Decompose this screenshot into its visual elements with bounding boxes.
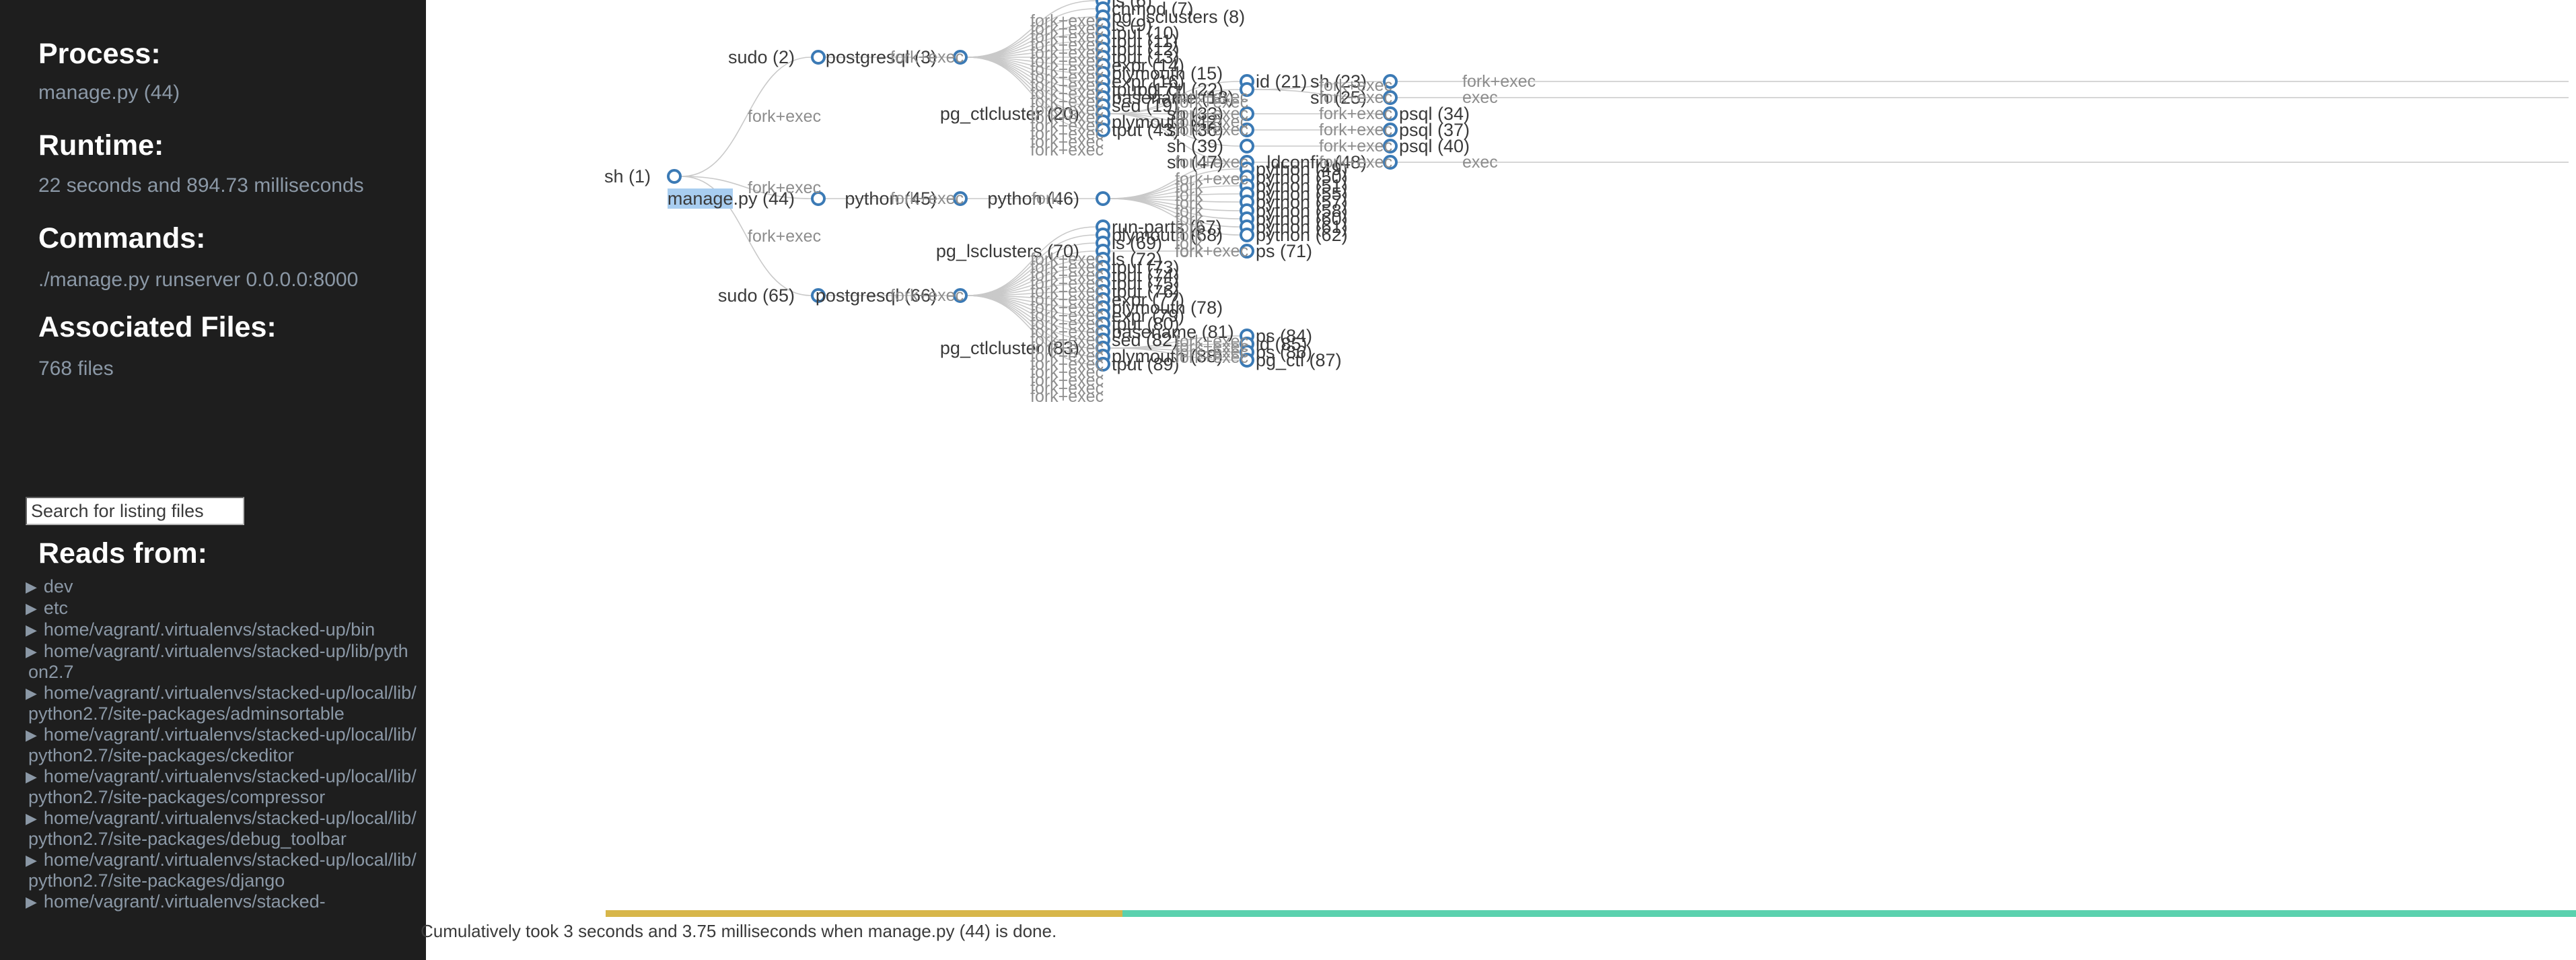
edge-label: fork+exec <box>1175 242 1249 261</box>
edge-label: fork+exec <box>1319 88 1393 107</box>
process-node-label: psql (34) <box>1399 104 1470 124</box>
reads-from-heading: Reads from: <box>38 537 207 570</box>
timeline-caption: Cumulatively took 3 seconds and 3.75 mil… <box>421 921 1057 941</box>
process-node-circle-icon[interactable] <box>811 50 826 65</box>
process-node-circle-icon[interactable] <box>1240 139 1254 153</box>
edge-label: fork+exec <box>1319 121 1393 139</box>
edge-label: fork+exec <box>1175 121 1249 139</box>
reads-from-item-label: home/vagrant/.virtualenvs/stacked-up/loc… <box>28 808 417 849</box>
reads-from-item-label: home/vagrant/.virtualenvs/stacked-up/loc… <box>28 850 417 891</box>
reads-from-item-label: home/vagrant/.virtualenvs/stacked-up/bin <box>43 619 375 640</box>
reads-from-item[interactable]: ▶ home/vagrant/.virtualenvs/stacked-up/lo… <box>26 850 417 891</box>
process-node-circle-icon[interactable] <box>1240 228 1254 242</box>
runtime-heading: Runtime: <box>38 129 164 162</box>
reads-from-item[interactable]: ▶ home/vagrant/.virtualenvs/stacked-up/li… <box>26 641 417 682</box>
process-node-circle-icon[interactable] <box>1096 191 1110 206</box>
expand-triangle-icon[interactable]: ▶ <box>26 767 37 787</box>
process-node-label: tput (89) <box>1112 354 1180 374</box>
edge-label: exec <box>1462 88 1498 107</box>
process-node-label: psql (40) <box>1399 136 1470 156</box>
edge-label: exec <box>1462 153 1498 172</box>
reads-from-item[interactable]: ▶ dev <box>26 576 417 597</box>
timeline-yellow-segment <box>606 910 1122 917</box>
edge-label: fork+exec <box>1462 72 1536 91</box>
reads-from-item[interactable]: ▶ etc <box>26 598 417 619</box>
reads-from-item[interactable]: ▶ home/vagrant/.virtualenvs/stacked- <box>26 891 417 912</box>
commands-heading: Commands: <box>38 222 206 254</box>
process-value: manage.py (44) <box>38 81 180 104</box>
selected-text: manage <box>667 188 734 209</box>
process-tree-app: Process: manage.py (44) Runtime: 22 seco… <box>0 0 2576 960</box>
reads-from-item[interactable]: ▶ home/vagrant/.virtualenvs/stacked-up/lo… <box>26 808 417 849</box>
edge-label: fork+exec <box>1319 137 1393 156</box>
reads-from-item-label: home/vagrant/.virtualenvs/stacked-up/loc… <box>28 683 417 724</box>
process-node-label: sudo (65) <box>717 285 795 306</box>
commands-value: ./manage.py runserver 0.0.0.0:8000 <box>38 269 359 291</box>
reads-from-item-label: dev <box>43 576 73 596</box>
edge-label: fork+exec <box>890 189 964 208</box>
process-node-label: psql (37) <box>1399 120 1470 140</box>
edge-label: fork+exec <box>890 48 964 67</box>
expand-triangle-icon[interactable]: ▶ <box>26 577 37 597</box>
process-node-label: sudo (2) <box>727 47 795 67</box>
edge-label: fork+exec <box>1030 387 1104 406</box>
reads-from-item[interactable]: ▶ home/vagrant/.virtualenvs/stacked-up/bi… <box>26 619 417 640</box>
expand-triangle-icon[interactable]: ▶ <box>26 598 37 619</box>
reads-from-item-label: home/vagrant/.virtualenvs/stacked-up/lib… <box>28 641 408 682</box>
edge-label: fork+exec <box>1319 153 1393 172</box>
process-node-label: ls (69) <box>1112 233 1163 253</box>
reads-from-item[interactable]: ▶ home/vagrant/.virtualenvs/stacked-up/lo… <box>26 766 417 807</box>
runtime-value: 22 seconds and 894.73 milliseconds <box>38 174 364 197</box>
expand-triangle-icon[interactable]: ▶ <box>26 642 37 662</box>
edge-label: fork+exec <box>748 107 822 126</box>
process-tree-graph[interactable]: sh (1) sudo (2) postgresql (3) ls (6) chmod … <box>426 0 2576 960</box>
process-node-circle-icon[interactable] <box>667 169 682 184</box>
timeline-green-segment <box>1122 910 2576 917</box>
edge-label: fork+exec <box>1319 104 1393 123</box>
edge-label: fork <box>1032 189 1060 208</box>
process-node-label: sh (39) <box>1166 136 1223 156</box>
reads-from-item[interactable]: ▶ home/vagrant/.virtualenvs/stacked-up/lo… <box>26 683 417 724</box>
graph-edges <box>681 0 2569 365</box>
edge-label: fork+exec <box>748 227 822 246</box>
expand-triangle-icon[interactable]: ▶ <box>26 725 37 745</box>
reads-from-list: ▶ dev ▶ etc ▶ home/vagrant/.virtualenvs/stack… <box>0 576 426 913</box>
process-node-label: id (21) <box>1256 71 1308 92</box>
search-input[interactable] <box>26 497 244 525</box>
edge-label: fork+exec <box>890 286 964 305</box>
process-node-label: ps (71) <box>1256 241 1313 261</box>
associated-files-heading: Associated Files: <box>38 311 277 343</box>
reads-from-item-label: home/vagrant/.virtualenvs/stacked-up/loc… <box>28 724 417 765</box>
timeline-bar: Cumulatively took 3 seconds and 3.75 mil… <box>421 901 2576 960</box>
reads-from-item[interactable]: ▶ home/vagrant/.virtualenvs/stacked-up/lo… <box>26 724 417 765</box>
process-node-label: sed (82) <box>1112 330 1179 350</box>
process-node-label: sh (1) <box>604 166 651 186</box>
details-sidebar: Process: manage.py (44) Runtime: 22 seco… <box>0 0 426 960</box>
expand-triangle-icon[interactable]: ▶ <box>26 620 37 640</box>
associated-files-value: 768 files <box>38 357 114 380</box>
process-heading: Process: <box>38 38 161 70</box>
edge-label: fork+exec <box>748 178 822 197</box>
reads-from-item-label: etc <box>43 598 68 618</box>
expand-triangle-icon[interactable]: ▶ <box>26 892 37 912</box>
edge-label: fork+exec <box>1175 348 1249 367</box>
process-node-label: pg_ctl (87) <box>1256 350 1342 370</box>
expand-triangle-icon[interactable]: ▶ <box>26 809 37 829</box>
edge-label: fork+exec <box>1030 141 1104 160</box>
expand-triangle-icon[interactable]: ▶ <box>26 850 37 870</box>
reads-from-item-label: home/vagrant/.virtualenvs/stacked- <box>43 891 326 912</box>
expand-triangle-icon[interactable]: ▶ <box>26 683 37 704</box>
edge-label: fork+exec <box>1175 153 1249 172</box>
process-node-label: python (62) <box>1256 225 1348 245</box>
reads-from-item-label: home/vagrant/.virtualenvs/stacked-up/loc… <box>28 766 417 807</box>
